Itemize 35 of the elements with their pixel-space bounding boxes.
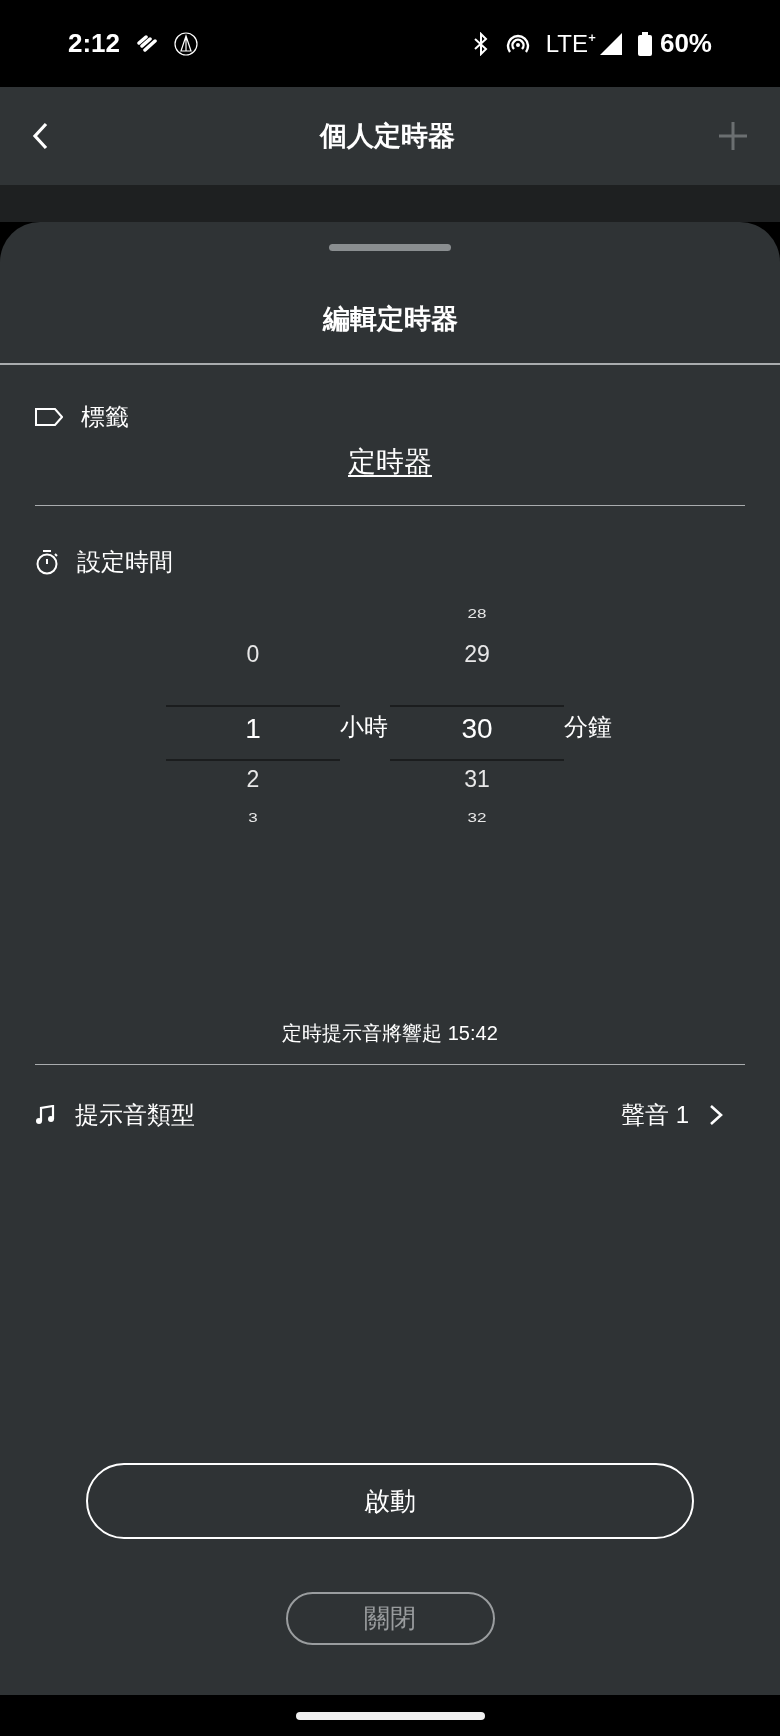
music-note-icon <box>35 1105 55 1125</box>
sheet-title: 編輯定時器 <box>322 303 458 337</box>
triangle-circle-icon <box>174 31 199 56</box>
picker-value[interactable]: 0 <box>246 643 260 666</box>
picker-value[interactable]: 28 <box>467 607 487 620</box>
sound-type-row[interactable]: 提示音類型 聲音 1 <box>35 1065 745 1165</box>
picker-value[interactable]: 29 <box>464 643 490 666</box>
sound-type-value: 聲音 1 <box>621 1100 689 1130</box>
signal-icon <box>599 32 622 55</box>
unit-label: 分鐘 <box>564 715 612 739</box>
start-button[interactable]: 啟動 <box>86 1463 694 1539</box>
status-time: 2:12 <box>68 27 121 60</box>
tag-icon <box>35 408 63 426</box>
picker-value[interactable]: 32 <box>467 811 487 824</box>
label-value[interactable]: 定時器 <box>348 441 432 483</box>
network-type: LTE⁺ <box>545 28 596 59</box>
label-heading: 標籤 <box>81 402 129 432</box>
picker-value[interactable]: 3 <box>248 811 258 824</box>
alarm-time-note: 定時提示音將響起 15:42 <box>282 1021 498 1046</box>
unit-label: 小時 <box>340 715 388 739</box>
battery-level: 60% <box>659 27 712 60</box>
battery-icon <box>637 31 652 56</box>
chevron-right-icon <box>709 1104 723 1126</box>
home-indicator[interactable] <box>295 1711 485 1720</box>
picker-value[interactable]: 2 <box>246 768 260 791</box>
stopwatch-icon <box>35 549 59 575</box>
drag-handle[interactable] <box>329 243 451 251</box>
picker-value[interactable]: 30 <box>461 715 493 743</box>
time-heading: 設定時間 <box>77 547 173 577</box>
sound-type-label: 提示音類型 <box>75 1100 196 1130</box>
hotspot-icon <box>505 32 530 55</box>
picker-value[interactable]: 31 <box>464 768 490 791</box>
picker-value[interactable]: 1 <box>245 715 261 743</box>
add-button[interactable] <box>718 121 748 151</box>
screen-title: 個人定時器 <box>319 120 455 151</box>
